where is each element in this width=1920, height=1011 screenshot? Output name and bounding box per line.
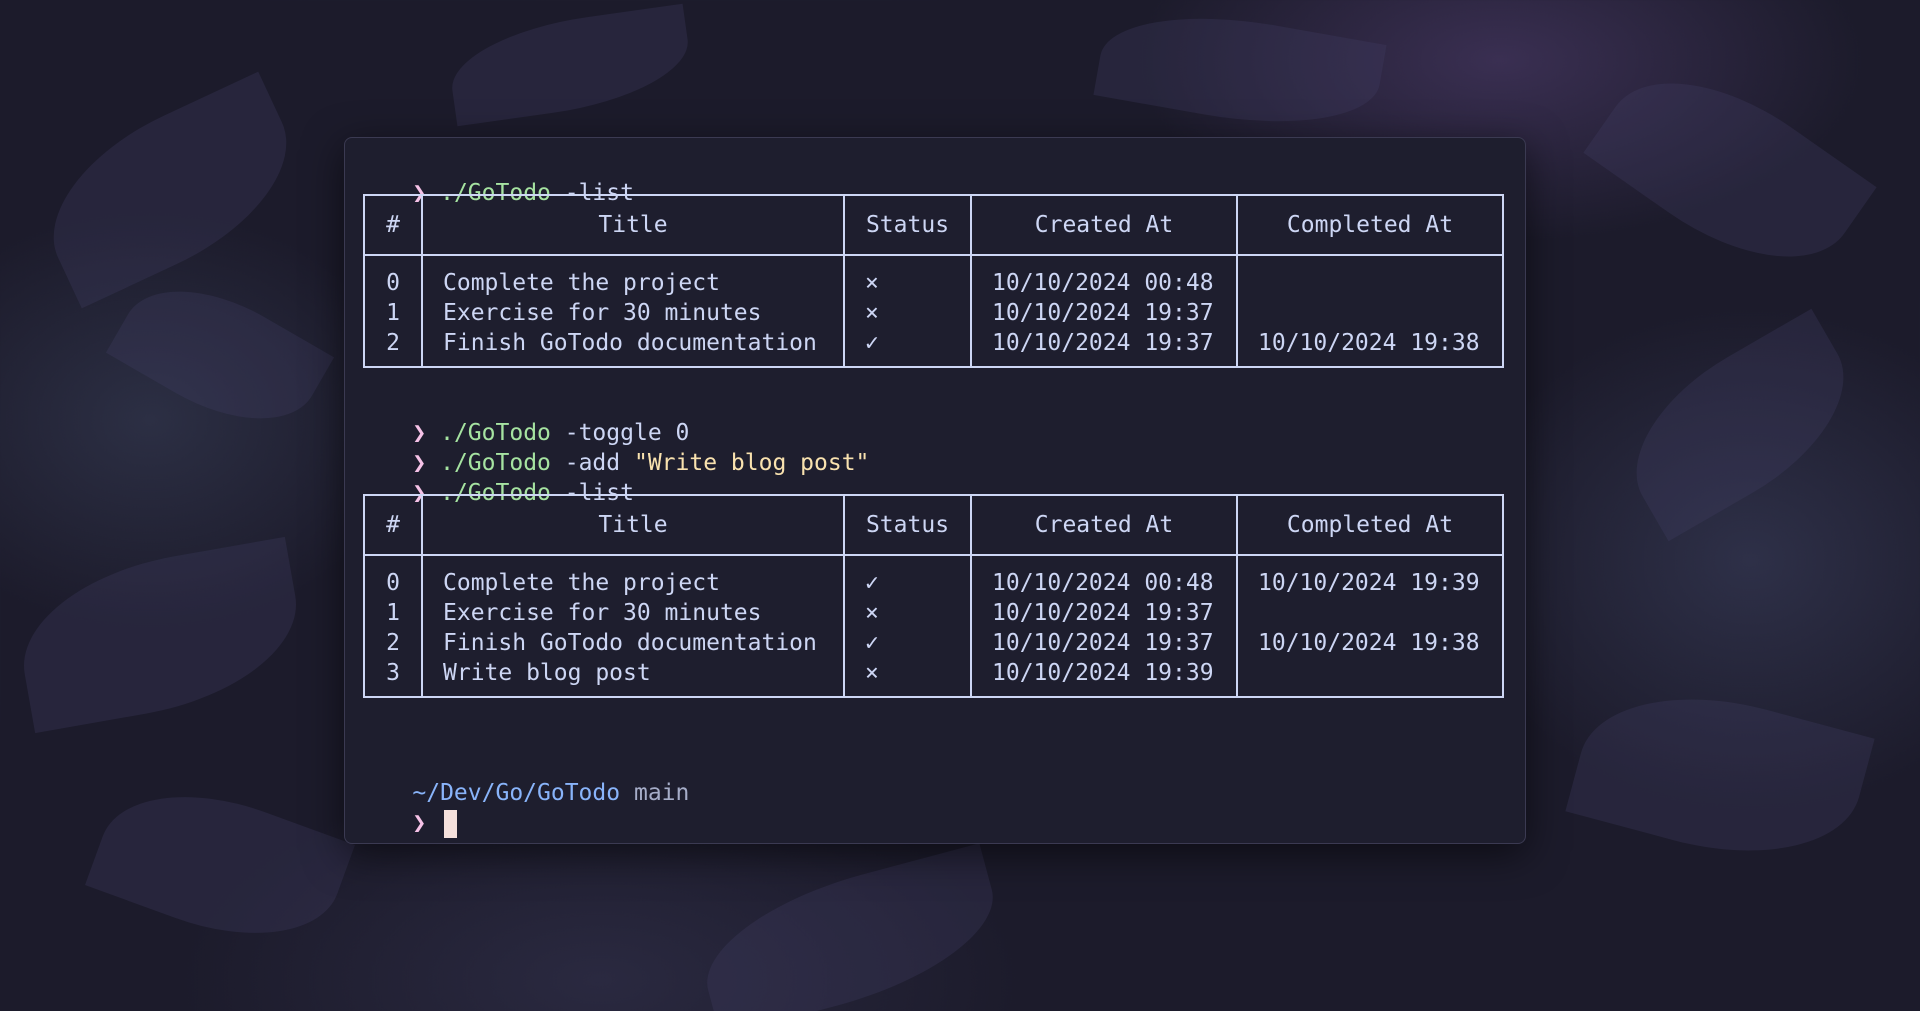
cell-created: 10/10/2024 19:37 (970, 298, 1238, 328)
command-line: ❯ ./GoTodo -add "Write blog post" (357, 418, 869, 476)
cell-title: Exercise for 30 minutes (421, 598, 845, 628)
command-line: ❯ ./GoTodo -toggle 0 (357, 388, 689, 446)
cell-number: 1 (363, 298, 423, 328)
cell-status: × (843, 658, 972, 698)
cell-title: Finish GoTodo documentation (421, 628, 845, 658)
cell-title: Exercise for 30 minutes (421, 298, 845, 328)
cell-status: ✓ (843, 628, 972, 658)
wallpaper-leaf (1583, 38, 1877, 302)
wallpaper-leaf (1603, 308, 1877, 542)
cell-created: 10/10/2024 19:37 (970, 598, 1238, 628)
cell-number: 2 (363, 328, 423, 368)
cell-created: 10/10/2024 19:37 (970, 328, 1238, 368)
column-header-completed: Completed At (1236, 494, 1504, 556)
cell-completed: 10/10/2024 19:38 (1236, 328, 1504, 368)
cell-status: ✓ (843, 555, 972, 598)
terminal-window[interactable]: ❯ ./GoTodo -list # Title Status Created … (344, 137, 1526, 844)
cell-completed (1236, 598, 1504, 628)
table-row: 1 Exercise for 30 minutes × 10/10/2024 1… (363, 598, 1504, 628)
cell-title: Complete the project (421, 255, 845, 298)
cell-status: × (843, 598, 972, 628)
table-header-row: # Title Status Created At Completed At (363, 494, 1504, 556)
cell-status: × (843, 255, 972, 298)
git-branch: main (633, 780, 690, 806)
cell-status: ✓ (843, 328, 972, 368)
cell-number: 1 (363, 598, 423, 628)
table-row: 0 Complete the project × 10/10/2024 00:4… (363, 255, 1504, 298)
table-row: 1 Exercise for 30 minutes × 10/10/2024 1… (363, 298, 1504, 328)
cell-created: 10/10/2024 00:48 (970, 555, 1238, 598)
cwd-line: ~/Dev/Go/GoTodo main (357, 748, 689, 806)
cell-completed (1236, 658, 1504, 698)
table-row: 3 Write blog post × 10/10/2024 19:39 (363, 658, 1504, 698)
wallpaper-leaf (22, 71, 318, 309)
todo-table: # Title Status Created At Completed At 0… (363, 194, 1504, 368)
cell-completed (1236, 255, 1504, 298)
column-header-number: # (363, 494, 423, 556)
wallpaper-leaf (1093, 0, 1387, 144)
column-header-number: # (363, 194, 423, 256)
column-header-completed: Completed At (1236, 194, 1504, 256)
table-header-row: # Title Status Created At Completed At (363, 194, 1504, 256)
cell-completed: 10/10/2024 19:38 (1236, 628, 1504, 658)
cell-completed (1236, 298, 1504, 328)
cell-created: 10/10/2024 19:39 (970, 658, 1238, 698)
text-cursor[interactable] (444, 809, 458, 838)
cell-number: 2 (363, 628, 423, 658)
column-header-title: Title (421, 494, 845, 556)
cell-number: 0 (363, 555, 423, 598)
cell-title: Finish GoTodo documentation (421, 328, 845, 368)
input-line[interactable]: ❯ (357, 778, 458, 838)
command-string-arg: "Write blog post" (633, 450, 870, 476)
cell-created: 10/10/2024 19:37 (970, 628, 1238, 658)
wallpaper-leaf (105, 257, 335, 453)
cell-status: × (843, 298, 972, 328)
column-header-created: Created At (970, 194, 1238, 256)
cell-number: 0 (363, 255, 423, 298)
wallpaper-leaf (444, 3, 696, 127)
command-line: ❯ ./GoTodo -list (357, 148, 634, 206)
cell-number: 3 (363, 658, 423, 698)
wallpaper-leaf (9, 536, 311, 734)
column-header-title: Title (421, 194, 845, 256)
wallpaper-leaf (1565, 666, 1875, 884)
table-row: 2 Finish GoTodo documentation ✓ 10/10/20… (363, 328, 1504, 368)
table-row: 0 Complete the project ✓ 10/10/2024 00:4… (363, 555, 1504, 598)
column-header-status: Status (843, 494, 972, 556)
cell-title: Complete the project (421, 555, 845, 598)
wallpaper-leaf (689, 843, 1011, 1011)
cell-created: 10/10/2024 00:48 (970, 255, 1238, 298)
todo-table: # Title Status Created At Completed At 0… (363, 494, 1504, 698)
command-line: ❯ ./GoTodo -list (357, 448, 634, 506)
table-row: 2 Finish GoTodo documentation ✓ 10/10/20… (363, 628, 1504, 658)
column-header-created: Created At (970, 494, 1238, 556)
prompt-symbol: ❯ (412, 810, 427, 836)
column-header-status: Status (843, 194, 972, 256)
wallpaper-leaf (85, 762, 355, 968)
cell-title: Write blog post (421, 658, 845, 698)
cell-completed: 10/10/2024 19:39 (1236, 555, 1504, 598)
